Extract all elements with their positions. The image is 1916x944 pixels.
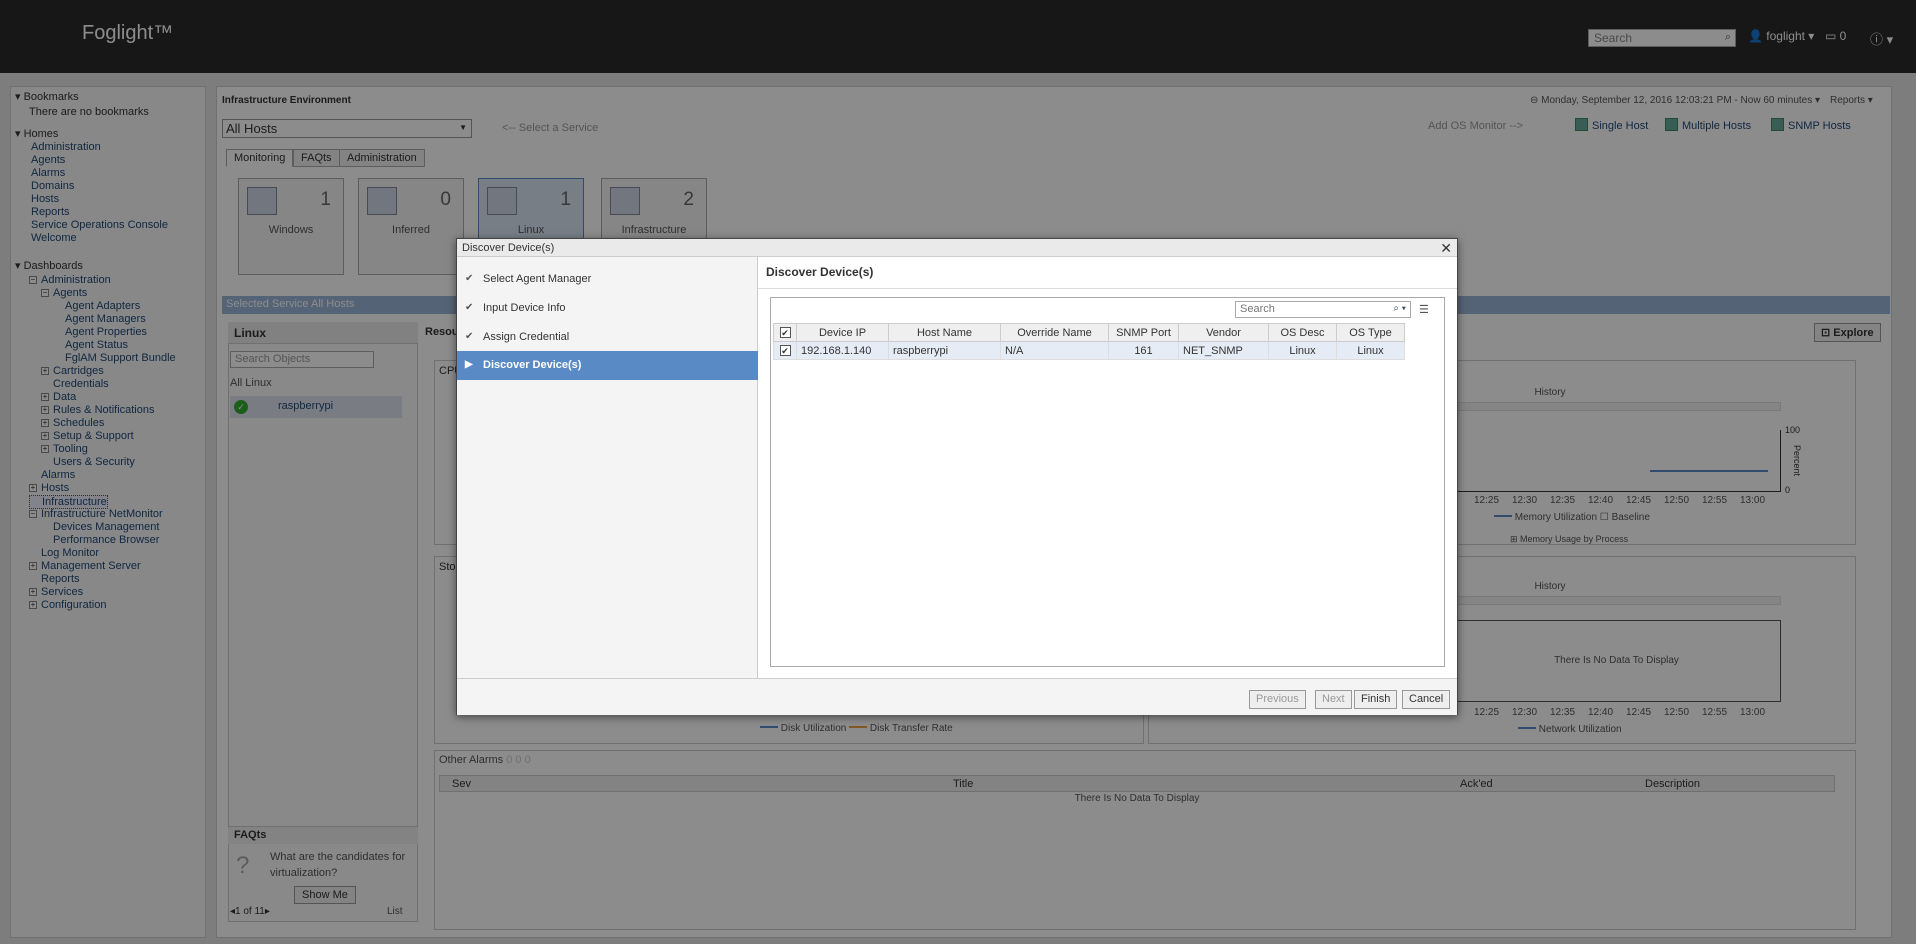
- wizard-steps: ✔ Select Agent Manager ✔ Input Device Info…: [457, 257, 758, 678]
- select-all-checkbox[interactable]: ✔: [773, 323, 797, 342]
- column-header[interactable]: Host Name: [888, 323, 1001, 342]
- check-icon: ✔: [465, 273, 474, 284]
- caret-right-icon: ▶: [465, 359, 473, 370]
- check-icon: ✔: [465, 331, 474, 342]
- column-header[interactable]: Override Name: [1000, 323, 1109, 342]
- table-cell: N/A: [1000, 341, 1109, 360]
- close-icon[interactable]: ✕: [1440, 240, 1452, 257]
- next-button[interactable]: Next: [1315, 690, 1352, 709]
- table-cell: NET_SNMP: [1178, 341, 1269, 360]
- column-header[interactable]: Device IP: [796, 323, 889, 342]
- step-discover-devices[interactable]: ▶ Discover Device(s): [457, 351, 758, 380]
- table-cell: Linux: [1336, 341, 1405, 360]
- discover-devices-dialog: Discover Device(s) ✕ ✔ Select Agent Manag…: [456, 238, 1458, 715]
- previous-button[interactable]: Previous: [1249, 690, 1306, 709]
- table-cell: 161: [1108, 341, 1179, 360]
- table-cell: 192.168.1.140: [796, 341, 889, 360]
- divider: [758, 288, 1457, 289]
- finish-button[interactable]: Finish: [1354, 690, 1398, 709]
- column-header[interactable]: Vendor: [1178, 323, 1269, 342]
- cancel-button[interactable]: Cancel: [1402, 690, 1451, 709]
- dialog-title: Discover Device(s): [457, 239, 1457, 257]
- check-icon: ✔: [465, 302, 474, 313]
- table-cell: Linux: [1268, 341, 1337, 360]
- column-header[interactable]: OS Type: [1336, 323, 1405, 342]
- table-row[interactable]: ✔ 192.168.1.140 raspberrypi N/A 161 NET_SNMP L…: [773, 341, 1405, 360]
- step-assign-credential[interactable]: ✔ Assign Credential: [457, 323, 758, 352]
- step-input-device-info[interactable]: ✔ Input Device Info: [457, 294, 758, 323]
- row-checkbox[interactable]: ✔: [773, 341, 797, 360]
- table-cell: raspberrypi: [888, 341, 1001, 360]
- dialog-footer: [457, 678, 1457, 715]
- column-header[interactable]: SNMP Port: [1108, 323, 1179, 342]
- column-menu-icon[interactable]: ☰: [1419, 303, 1429, 316]
- devices-table: ✔ Device IP Host Name Override Name SNMP Por…: [773, 323, 1405, 360]
- step-select-agent-manager[interactable]: ✔ Select Agent Manager: [457, 265, 758, 294]
- search-icon[interactable]: ⌕ ▾: [1393, 303, 1406, 314]
- content-title: Discover Device(s): [766, 265, 874, 279]
- devices-grid: Search ⌕ ▾ ☰ ✔ Device IP Host Name Override …: [770, 297, 1445, 667]
- grid-search-input[interactable]: Search ⌕ ▾: [1235, 301, 1411, 318]
- column-header[interactable]: OS Desc: [1268, 323, 1337, 342]
